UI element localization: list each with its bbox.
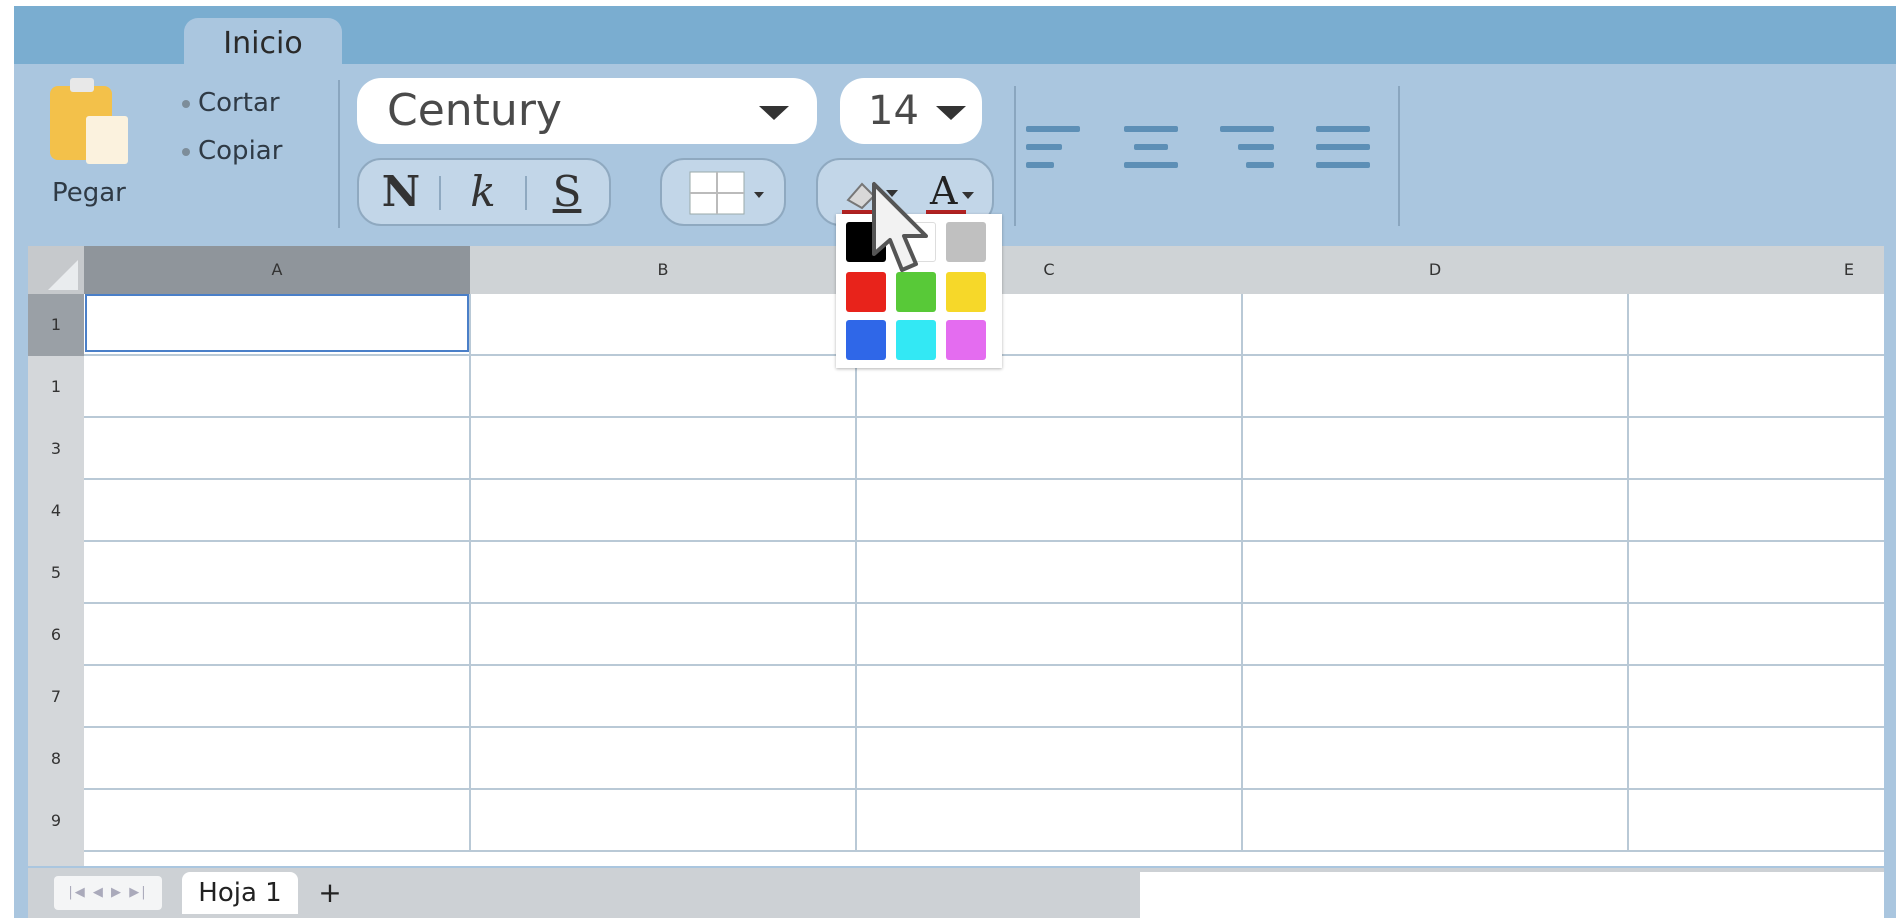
paste-label[interactable]: Pegar [52,178,126,208]
ribbon-tab-strip: Inicio [14,6,1896,70]
grid-line [84,478,1884,480]
row-header[interactable]: 6 [28,604,84,666]
column-header-b[interactable]: B [470,246,856,294]
color-swatch-yellow[interactable] [946,272,986,312]
grid-line [1627,294,1629,850]
column-header-a[interactable]: A [84,246,470,294]
align-justify-icon[interactable] [1316,122,1370,172]
color-swatch-gray[interactable] [946,222,986,262]
tab-inicio[interactable]: Inicio [184,18,342,70]
format-separator [439,176,441,210]
align-center-icon[interactable] [1124,122,1178,172]
align-right-icon[interactable] [1220,122,1274,172]
grid-line [84,664,1884,666]
horizontal-scroll-area[interactable] [1140,872,1884,918]
select-all-corner[interactable] [28,246,84,294]
bullet-icon [182,147,190,156]
grid-line [855,294,857,850]
selected-cell-a1[interactable] [85,294,469,352]
format-separator [525,176,527,210]
grid-line [469,294,471,850]
add-sheet-button[interactable]: + [310,872,350,914]
font-size-value: 14 [868,88,919,134]
column-header-d[interactable]: D [1242,246,1628,294]
font-size-select[interactable]: 14 [840,78,982,144]
grid-line [84,602,1884,604]
mouse-cursor-icon [872,182,928,272]
paste-icon[interactable] [48,76,132,168]
cut-label: Cortar [198,88,280,118]
chevron-down-icon [936,106,966,120]
grid-line [84,788,1884,790]
sheet-nav-arrows[interactable]: |◀ ◀ ▶ ▶| [54,876,162,910]
underline-button[interactable]: S [537,160,597,224]
row-header[interactable]: 8 [28,728,84,790]
italic-button[interactable]: k [453,160,513,224]
row-header[interactable]: 7 [28,666,84,728]
borders-icon [689,171,764,215]
grid-line [1241,294,1243,850]
bold-button[interactable]: N [371,160,431,224]
spreadsheet-app: Inicio Pegar Cortar Copiar Century 14 N … [14,6,1896,918]
grid-line [84,726,1884,728]
ribbon-divider [1014,86,1016,226]
row-header-bar: 1 1 3 4 5 6 7 8 9 [28,294,84,866]
sheet-tab-bar: |◀ ◀ ▶ ▶| Hoja 1 + [28,868,1884,918]
borders-button[interactable] [660,158,786,226]
bullet-icon [182,99,190,108]
font-family-value: Century [387,85,562,136]
row-header[interactable]: 3 [28,418,84,480]
chevron-down-icon [759,106,789,120]
cut-button[interactable]: Cortar [182,88,280,118]
copy-button[interactable]: Copiar [182,136,282,166]
copy-label: Copiar [198,136,283,166]
grid-line [84,416,1884,418]
column-header-e[interactable]: E [1628,246,1884,294]
color-swatch-cyan[interactable] [896,320,936,360]
sheet-tab-hoja-1[interactable]: Hoja 1 [182,872,298,914]
row-header[interactable]: 1 [28,294,84,356]
color-swatch-magenta[interactable] [946,320,986,360]
row-header[interactable]: 9 [28,790,84,852]
color-swatch-blue[interactable] [846,320,886,360]
grid-line [84,850,1884,852]
row-header[interactable]: 4 [28,480,84,542]
row-header[interactable]: 1 [28,356,84,418]
ribbon-divider [338,80,340,228]
chevron-down-icon [962,192,974,199]
text-format-group: N k S [357,158,611,226]
grid-line [84,540,1884,542]
align-left-icon[interactable] [1026,122,1080,172]
font-family-select[interactable]: Century [357,78,817,144]
row-header[interactable]: 5 [28,542,84,604]
ribbon-divider [1398,86,1400,226]
